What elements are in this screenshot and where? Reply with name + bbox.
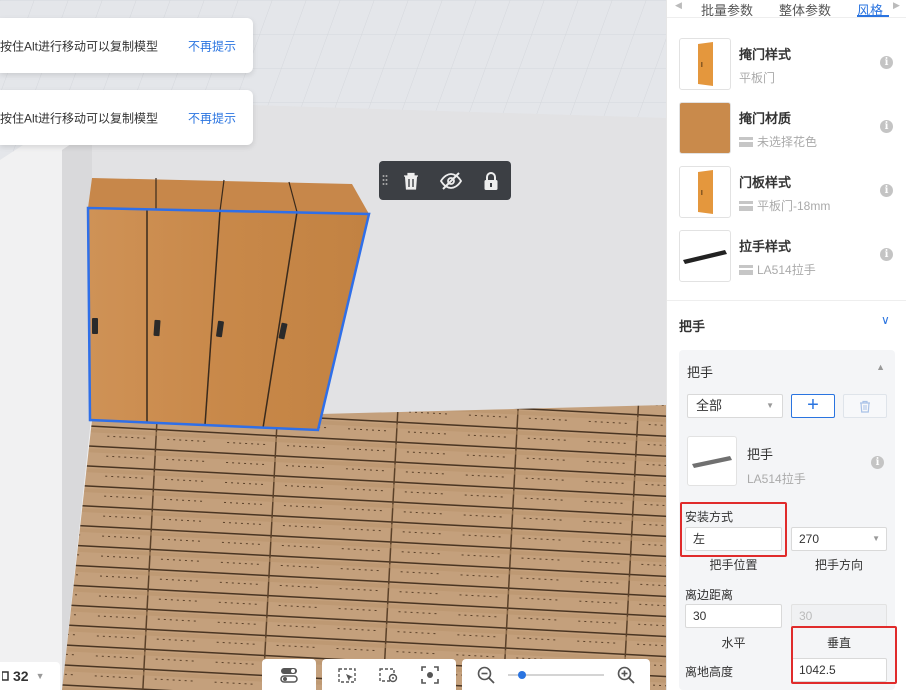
zoom-slider[interactable]: [508, 670, 604, 679]
install-method-label: 安装方式: [685, 510, 734, 524]
style-row-door-style[interactable]: 掩门样式 平板门 i: [679, 38, 895, 92]
chevron-down-icon: ▼: [35, 671, 45, 681]
chevron-down-icon[interactable]: ∨: [881, 313, 890, 327]
info-icon[interactable]: i: [880, 56, 893, 69]
vertical-caption: 垂直: [826, 636, 851, 650]
style-row-panel-style[interactable]: 门板样式 平板门-18mm i: [679, 166, 895, 220]
toggle-settings-button[interactable]: [277, 663, 301, 687]
style-value: 平板门: [739, 71, 776, 85]
dismiss-tip-link[interactable]: 不再提示: [188, 37, 236, 54]
eye-off-icon: [440, 171, 462, 190]
tab-scroll-right-icon[interactable]: ▶: [893, 0, 900, 11]
style-title: 掩门材质: [739, 111, 792, 126]
chevron-up-icon[interactable]: ▲: [876, 362, 885, 372]
lock-icon: [484, 171, 498, 190]
edge-distance-label: 离边距离: [685, 588, 734, 602]
panel-style-thumbnail: [679, 166, 731, 218]
style-value: LA514拉手: [739, 261, 816, 278]
handle-item-thumbnail: [687, 436, 737, 486]
handle-style-thumbnail: [679, 230, 731, 282]
handle-filter-select[interactable]: 全部 ▼: [687, 394, 783, 418]
style-value: 未选择花色: [739, 133, 817, 150]
style-title: 拉手样式: [739, 239, 792, 254]
chevron-down-icon: ▼: [872, 534, 880, 543]
layer-count: 32: [13, 668, 29, 684]
handle-card-title: 把手: [687, 365, 714, 380]
select-area-button[interactable]: [336, 663, 360, 687]
trash-icon: [404, 172, 418, 190]
tab-scroll-left-icon[interactable]: ◀: [675, 0, 682, 11]
handle-section-header[interactable]: 把手: [679, 316, 705, 335]
handle-item-model: LA514拉手: [747, 472, 806, 486]
focus-button[interactable]: [418, 663, 442, 687]
section-divider: [667, 300, 906, 301]
style-title: 掩门样式: [739, 47, 792, 62]
info-icon[interactable]: i: [880, 120, 893, 133]
tab-batch-params[interactable]: 批量参数: [701, 0, 753, 19]
layer-selector[interactable]: 32 ▼: [0, 662, 60, 690]
tip-toast: 按住Alt进行移动可以复制模型 不再提示: [0, 90, 253, 145]
zoom-control: [462, 659, 650, 690]
info-icon[interactable]: i: [871, 456, 884, 469]
hide-button[interactable]: [431, 161, 471, 200]
toggle-icon: [280, 667, 298, 683]
info-icon[interactable]: i: [880, 184, 893, 197]
door-material-thumbnail: [679, 102, 731, 154]
style-row-door-material[interactable]: 掩门材质 未选择花色 i: [679, 102, 895, 156]
lock-button[interactable]: [471, 161, 511, 200]
style-value: 平板门-18mm: [739, 197, 830, 214]
handle-card: 把手 ▲ 全部 ▼ + 把手 LA514拉手 i 安装方式 左 270 ▼ 把手位…: [679, 350, 895, 690]
panel-tabs: ◀ 批量参数 整体参数 风格 ▶: [667, 0, 906, 18]
handle-direction-select[interactable]: 270 ▼: [791, 527, 887, 551]
door-style-thumbnail: [679, 38, 731, 90]
handle-item-title: 把手: [747, 447, 774, 462]
style-title: 门板样式: [739, 175, 792, 190]
zoom-in-icon: [617, 666, 635, 684]
toast-message: 按住Alt进行移动可以复制模型: [0, 111, 159, 125]
view-settings-button[interactable]: [377, 663, 401, 687]
toast-message: 按住Alt进行移动可以复制模型: [0, 39, 159, 53]
ground-height-label: 离地高度: [685, 665, 734, 679]
handle-direction-caption: 把手方向: [814, 558, 863, 572]
zoom-slider-knob[interactable]: [518, 670, 527, 679]
handle-position-input[interactable]: 左: [685, 527, 782, 551]
select-area-icon: [338, 667, 357, 683]
view-settings-icon: [379, 667, 398, 682]
view-toggle-group: [262, 659, 316, 690]
delete-handle-button[interactable]: [843, 394, 887, 418]
tab-overall-params[interactable]: 整体参数: [779, 0, 831, 19]
dismiss-tip-link[interactable]: 不再提示: [188, 109, 236, 126]
material-icon: [739, 136, 753, 147]
horizontal-caption: 水平: [721, 636, 746, 650]
style-row-handle-style[interactable]: 拉手样式 LA514拉手 i: [679, 230, 895, 284]
handle-position-caption: 把手位置: [709, 558, 758, 572]
view-tools-group: [322, 659, 456, 690]
ground-height-input[interactable]: 1042.5: [791, 658, 887, 682]
active-tab-indicator: [857, 15, 889, 17]
viewport-3d[interactable]: 按住Alt进行移动可以复制模型 不再提示 按住Alt进行移动可以复制模型 不再提…: [0, 0, 666, 690]
info-icon[interactable]: i: [880, 248, 893, 261]
zoom-out-button[interactable]: [474, 663, 498, 687]
vertical-distance-input: 30: [791, 604, 887, 628]
chevron-down-icon: ▼: [766, 401, 774, 410]
delete-button[interactable]: [391, 161, 431, 200]
drag-grip-icon[interactable]: [379, 161, 391, 200]
material-icon: [739, 200, 753, 211]
zoom-in-button[interactable]: [614, 663, 638, 687]
horizontal-distance-input[interactable]: 30: [685, 604, 782, 628]
material-icon: [739, 264, 753, 275]
add-handle-button[interactable]: +: [791, 394, 835, 418]
properties-panel: ◀ 批量参数 整体参数 风格 ▶ 掩门样式 平板门 i 掩门材质 未选择花色 i…: [666, 0, 906, 690]
trash-icon: [860, 400, 870, 413]
zoom-out-icon: [477, 666, 495, 684]
focus-icon: [420, 665, 439, 684]
layers-icon: [2, 671, 9, 681]
object-toolbar: [379, 161, 511, 200]
tip-toast: 按住Alt进行移动可以复制模型 不再提示: [0, 18, 253, 73]
